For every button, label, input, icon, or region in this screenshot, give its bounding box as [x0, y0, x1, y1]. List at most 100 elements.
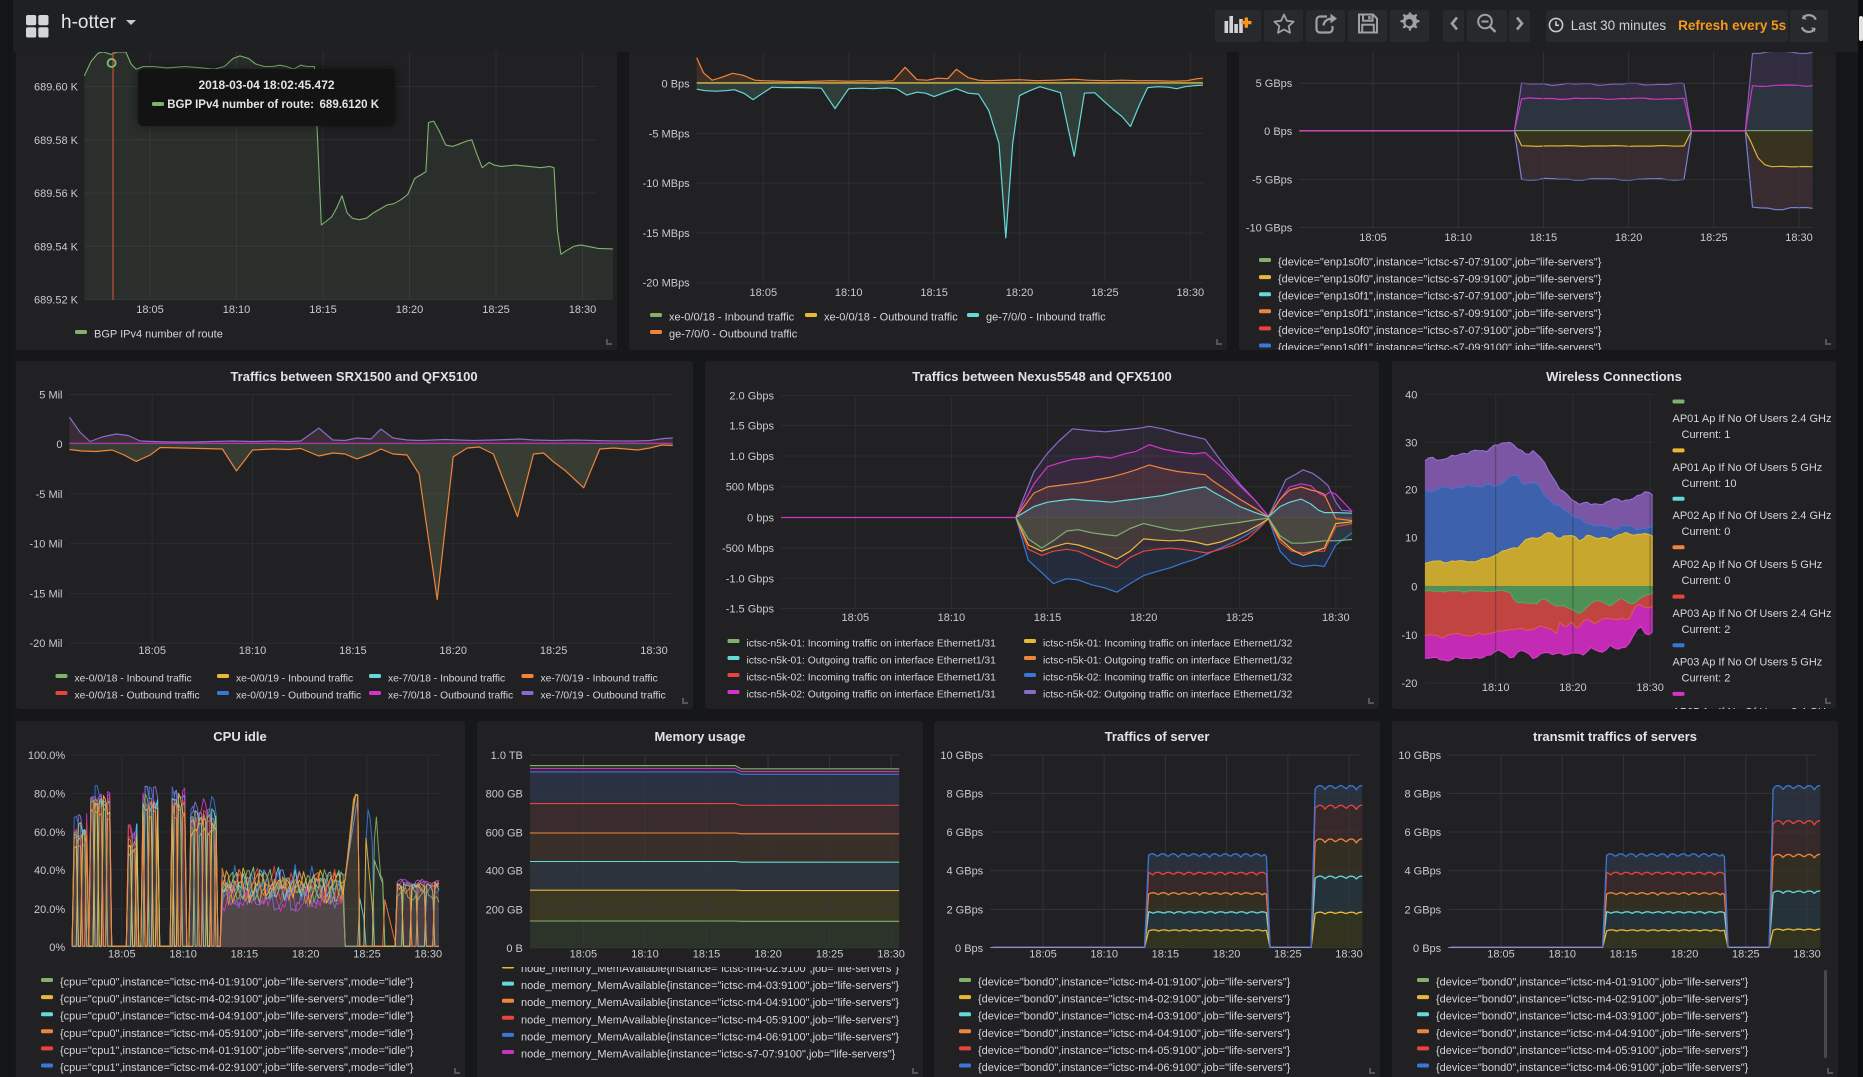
svg-text:{device="bond0",instance="icts: {device="bond0",instance="ictsc-m4-01:91… [1436, 977, 1749, 989]
svg-text:Traffics of server: Traffics of server [1105, 729, 1210, 744]
svg-text:10 GBps: 10 GBps [940, 750, 983, 762]
svg-text:18:10: 18:10 [938, 612, 966, 624]
svg-text:{device="bond0",instance="icts: {device="bond0",instance="ictsc-m4-06:91… [978, 1062, 1291, 1074]
svg-text:18:20: 18:20 [439, 645, 467, 657]
svg-text:20.0%: 20.0% [34, 904, 65, 916]
svg-text:{device="enp1s0f0",instance="i: {device="enp1s0f0",instance="ictsc-s7-09… [1278, 274, 1602, 286]
svg-text:{cpu="cpu0",instance="ictsc-m4: {cpu="cpu0",instance="ictsc-m4-05:9100",… [60, 1028, 414, 1040]
svg-text:xe-0/0/18 - Outbound traffic: xe-0/0/18 - Outbound traffic [824, 312, 958, 324]
svg-text:18:25: 18:25 [353, 949, 381, 961]
svg-text:{device="bond0",instance="icts: {device="bond0",instance="ictsc-m4-01:91… [978, 977, 1291, 989]
svg-text:{device="bond0",instance="icts: {device="bond0",instance="ictsc-m4-06:91… [1436, 1062, 1749, 1074]
svg-text:ictsc-n5k-02: Incoming traffic: ictsc-n5k-02: Incoming traffic on interf… [1043, 673, 1293, 684]
svg-text:18:25: 18:25 [1226, 612, 1254, 624]
svg-text:Memory usage: Memory usage [654, 729, 745, 744]
svg-text:18:10: 18:10 [1444, 232, 1472, 244]
svg-text:-20 MBps: -20 MBps [643, 278, 691, 290]
svg-text:18:10: 18:10 [835, 287, 863, 299]
svg-text:18:25: 18:25 [1732, 949, 1760, 961]
svg-text:0%: 0% [49, 942, 65, 954]
svg-text:{device="bond0",instance="icts: {device="bond0",instance="ictsc-m4-02:91… [1436, 994, 1749, 1006]
svg-text:18:15: 18:15 [1152, 949, 1180, 961]
svg-text:0 Bps: 0 Bps [662, 79, 691, 91]
svg-text:18:05: 18:05 [1029, 949, 1057, 961]
svg-text:Wireless Connections: Wireless Connections [1546, 369, 1682, 384]
svg-text:18:25: 18:25 [540, 645, 568, 657]
svg-text:ictsc-n5k-01: Outgoing traffic: ictsc-n5k-01: Outgoing traffic on interf… [747, 656, 997, 667]
svg-text:18:15: 18:15 [920, 287, 948, 299]
svg-text:80.0%: 80.0% [34, 788, 65, 800]
svg-text:18:30: 18:30 [415, 949, 443, 961]
svg-text:18:20: 18:20 [1213, 949, 1241, 961]
svg-text:800 GB: 800 GB [486, 788, 523, 800]
svg-text:0: 0 [56, 439, 62, 451]
svg-text:AP03 Ap If No Of Users 5 GHz: AP03 Ap If No Of Users 5 GHz [1673, 657, 1823, 669]
svg-text:AP03 Ap If No Of Users 2.4 GHz: AP03 Ap If No Of Users 2.4 GHz [1673, 608, 1832, 620]
svg-text:18:20: 18:20 [1671, 949, 1699, 961]
svg-text:{device="bond0",instance="icts: {device="bond0",instance="ictsc-m4-02:91… [978, 994, 1291, 1006]
svg-text:18:20: 18:20 [396, 304, 424, 316]
svg-text:AP01 Ap If No Of Users 2.4 GHz: AP01 Ap If No Of Users 2.4 GHz [1673, 413, 1832, 425]
svg-text:{cpu="cpu0",instance="ictsc-m4: {cpu="cpu0",instance="ictsc-m4-04:9100",… [60, 1011, 414, 1023]
svg-text:4 GBps: 4 GBps [947, 866, 984, 878]
svg-text:node_memory_MemAvailable{insta: node_memory_MemAvailable{instance="ictsc… [521, 1014, 899, 1026]
svg-text:ge-7/0/0 - Inbound traffic: ge-7/0/0 - Inbound traffic [986, 312, 1106, 324]
svg-text:18:15: 18:15 [309, 304, 337, 316]
svg-text:18:05: 18:05 [138, 645, 166, 657]
svg-text:0 Bps: 0 Bps [955, 943, 984, 955]
svg-text:Current: 2: Current: 2 [1682, 673, 1731, 685]
svg-text:18:30: 18:30 [1636, 682, 1664, 694]
svg-text:ictsc-n5k-01: Incoming traffic: ictsc-n5k-01: Incoming traffic on interf… [1043, 639, 1293, 650]
svg-text:18:10: 18:10 [1090, 949, 1118, 961]
svg-text:18:15: 18:15 [693, 949, 721, 961]
svg-text:BGP IPv4 number of route: BGP IPv4 number of route [94, 329, 223, 341]
svg-text:transmit traffics of servers: transmit traffics of servers [1533, 729, 1697, 744]
svg-text:xe-7/0/19 - Inbound traffic: xe-7/0/19 - Inbound traffic [541, 674, 658, 685]
svg-text:18:20: 18:20 [1130, 612, 1158, 624]
svg-text:100.0%: 100.0% [28, 750, 66, 762]
svg-text:18:05: 18:05 [750, 287, 778, 299]
svg-text:5 Mil: 5 Mil [39, 390, 62, 402]
svg-text:18:15: 18:15 [231, 949, 259, 961]
svg-text:xe-0/0/19 - Inbound traffic: xe-0/0/19 - Inbound traffic [236, 674, 353, 685]
svg-text:18:20: 18:20 [754, 949, 782, 961]
svg-text:0 Bps: 0 Bps [1264, 126, 1293, 138]
svg-text:-5 MBps: -5 MBps [649, 129, 690, 141]
svg-text:{cpu="cpu0",instance="ictsc-m4: {cpu="cpu0",instance="ictsc-m4-02:9100",… [60, 994, 414, 1006]
svg-text:0 Bps: 0 Bps [1413, 943, 1442, 955]
svg-text:2.0 Gbps: 2.0 Gbps [729, 390, 774, 402]
svg-text:ictsc-n5k-02: Incoming traffic: ictsc-n5k-02: Incoming traffic on interf… [747, 673, 997, 684]
svg-text:18:05: 18:05 [108, 949, 136, 961]
svg-text:18:15: 18:15 [1034, 612, 1062, 624]
svg-text:4 GBps: 4 GBps [1405, 866, 1442, 878]
svg-text:ictsc-n5k-02: Outgoing traffic: ictsc-n5k-02: Outgoing traffic on interf… [1043, 690, 1293, 701]
svg-text:6 GBps: 6 GBps [947, 827, 984, 839]
svg-text:18:30: 18:30 [1177, 287, 1205, 299]
svg-text:400 GB: 400 GB [486, 866, 523, 878]
svg-text:node_memory_MemAvailable{insta: node_memory_MemAvailable{instance="ictsc… [521, 1049, 896, 1061]
svg-text:2 GBps: 2 GBps [1405, 904, 1442, 916]
svg-text:-5 Mil: -5 Mil [36, 489, 63, 501]
svg-text:18:30: 18:30 [877, 949, 905, 961]
svg-text:18:20: 18:20 [292, 949, 320, 961]
svg-text:18:25: 18:25 [1091, 287, 1119, 299]
svg-text:20: 20 [1405, 484, 1417, 496]
svg-text:18:10: 18:10 [1482, 682, 1510, 694]
svg-text:689.56 K: 689.56 K [34, 188, 79, 200]
svg-text:18:05: 18:05 [1359, 232, 1387, 244]
svg-text:-20 Mil: -20 Mil [29, 638, 62, 650]
svg-text:Traffics between Nexus5548 and: Traffics between Nexus5548 and QFX5100 [912, 369, 1171, 384]
svg-text:600 GB: 600 GB [486, 828, 523, 840]
svg-text:689.58 K: 689.58 K [34, 135, 79, 147]
svg-text:200 GB: 200 GB [486, 904, 523, 916]
svg-text:AP05 Ap If No Of Users 2.4 GHz: AP05 Ap If No Of Users 2.4 GHz [1673, 707, 1832, 710]
svg-text:ictsc-n5k-01: Incoming traffic: ictsc-n5k-01: Incoming traffic on interf… [747, 639, 997, 650]
svg-text:-5 GBps: -5 GBps [1252, 175, 1293, 187]
svg-text:-10 GBps: -10 GBps [1246, 223, 1293, 235]
svg-text:xe-0/0/18 - Outbound traffic: xe-0/0/18 - Outbound traffic [75, 691, 200, 702]
svg-text:40: 40 [1405, 389, 1417, 401]
svg-text:18:10: 18:10 [631, 949, 659, 961]
svg-text:{device="bond0",instance="icts: {device="bond0",instance="ictsc-m4-04:91… [1436, 1028, 1749, 1040]
svg-text:18:20: 18:20 [1615, 232, 1643, 244]
svg-text:18:10: 18:10 [1548, 949, 1576, 961]
